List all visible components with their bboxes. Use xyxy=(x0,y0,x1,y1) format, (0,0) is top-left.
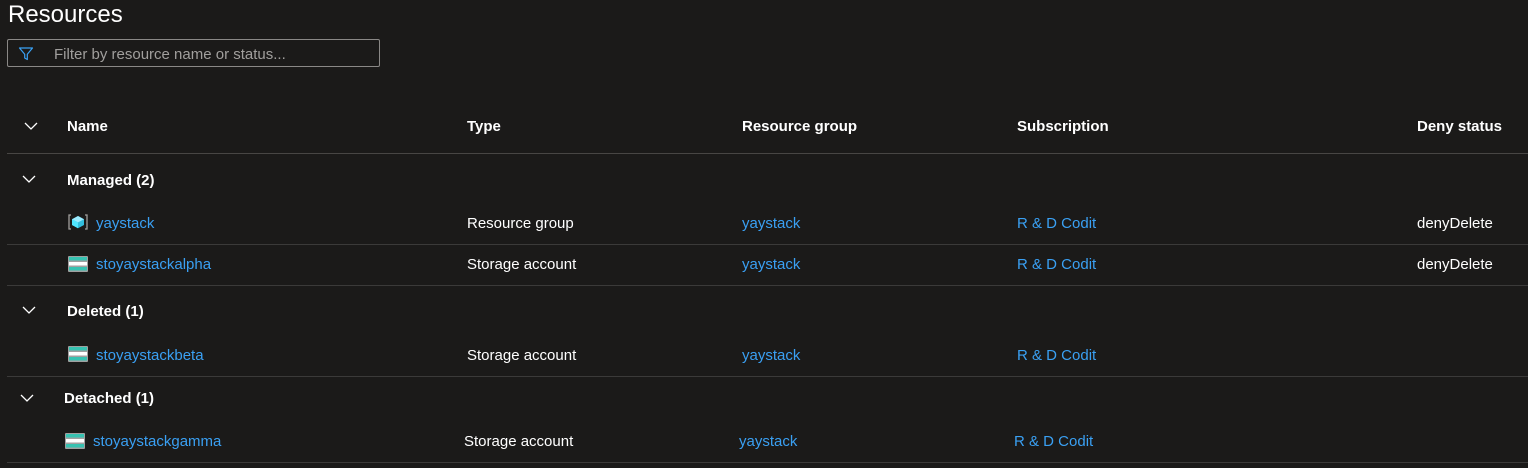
filter-input[interactable] xyxy=(52,43,376,65)
filter-box[interactable] xyxy=(7,39,380,67)
column-header-name[interactable]: Name xyxy=(67,118,108,136)
group-label: Managed (2) xyxy=(67,172,155,189)
resource-type: Storage account xyxy=(467,347,577,364)
subscription-link[interactable]: R & D Codit xyxy=(1014,433,1093,451)
group-label: Detached (1) xyxy=(64,390,155,407)
resource-name-link[interactable]: stoyaystackbeta xyxy=(96,347,204,365)
resource-group-link[interactable]: yaystack xyxy=(742,347,800,365)
group-row-deleted[interactable]: Deleted (1) xyxy=(7,286,1528,336)
chevron-down-icon[interactable] xyxy=(21,171,37,187)
column-header-subscription[interactable]: Subscription xyxy=(1017,118,1109,136)
collapse-all-chevron-icon[interactable] xyxy=(23,118,39,134)
column-header-deny-status[interactable]: Deny status xyxy=(1417,118,1502,136)
column-header-type[interactable]: Type xyxy=(467,118,501,136)
table-row[interactable]: stoyaystackalpha Storage account yaystac… xyxy=(7,245,1528,286)
subscription-link[interactable]: R & D Codit xyxy=(1017,215,1096,233)
filter-icon xyxy=(18,47,34,61)
chevron-down-icon[interactable] xyxy=(19,390,35,406)
group-label: Deleted (1) xyxy=(67,303,144,320)
table-header-row: Name Type Resource group Subscription De… xyxy=(7,100,1528,154)
resource-name-link[interactable]: stoyaystackalpha xyxy=(96,256,211,274)
resource-group-link[interactable]: yaystack xyxy=(742,215,800,233)
chevron-down-icon[interactable] xyxy=(21,302,37,318)
resource-group-icon xyxy=(68,214,88,230)
deny-status: denyDelete xyxy=(1417,256,1493,273)
table-row[interactable]: stoyaystackbeta Storage account yaystack… xyxy=(7,336,1528,377)
resource-name-link[interactable]: yaystack xyxy=(96,215,154,233)
table-row[interactable]: stoyaystackgamma Storage account yaystac… xyxy=(7,422,1528,463)
resource-group-link[interactable]: yaystack xyxy=(739,433,797,451)
table-row[interactable]: yaystack Resource group yaystack R & D C… xyxy=(7,204,1528,245)
resource-name-link[interactable]: stoyaystackgamma xyxy=(93,433,221,451)
storage-account-icon xyxy=(68,256,88,272)
resource-type: Storage account xyxy=(467,256,577,273)
storage-account-icon xyxy=(68,346,88,362)
storage-account-icon xyxy=(65,433,85,449)
deny-status: denyDelete xyxy=(1417,215,1493,232)
resource-type: Resource group xyxy=(467,215,574,232)
page-title: Resources xyxy=(8,1,123,28)
column-header-resource-group[interactable]: Resource group xyxy=(742,118,857,136)
resource-type: Storage account xyxy=(464,433,574,450)
subscription-link[interactable]: R & D Codit xyxy=(1017,256,1096,274)
subscription-link[interactable]: R & D Codit xyxy=(1017,347,1096,365)
resource-group-link[interactable]: yaystack xyxy=(742,256,800,274)
group-row-detached[interactable]: Detached (1) xyxy=(7,377,1528,422)
group-row-managed[interactable]: Managed (2) xyxy=(7,154,1528,208)
